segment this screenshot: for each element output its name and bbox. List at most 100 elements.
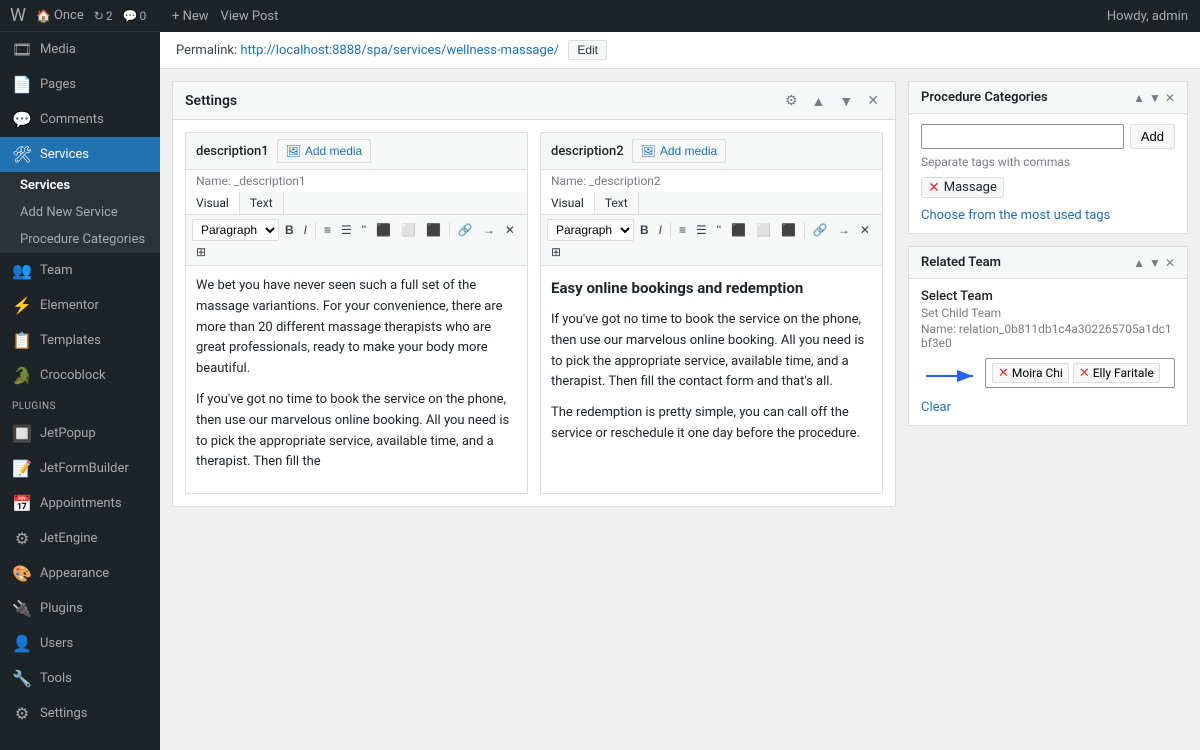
tag-add-button[interactable]: Add [1130,124,1175,149]
sidebar-item-jetengine[interactable]: ⚙ JetEngine [0,521,160,556]
choose-tags-link[interactable]: Choose from the most used tags [921,208,1175,223]
settings-close-button[interactable]: ✕ [863,90,883,111]
sidebar-item-media[interactable]: 🎞 Media [0,32,160,67]
updates-indicator[interactable]: ↻ 2 [94,9,113,23]
team-tag-remove-elly[interactable]: ✕ [1079,366,1090,381]
pages-icon: 📄 [12,75,32,94]
desc1-align-left-btn[interactable]: ⬛ [372,221,395,239]
desc2-italic-btn[interactable]: I [655,221,666,239]
desc2-special-btn[interactable]: ✕ [856,221,874,239]
desc1-indent-btn[interactable]: → [479,221,499,239]
tag-input-field[interactable] [921,124,1124,149]
related-team-down-btn[interactable]: ▼ [1149,256,1161,270]
desc2-paragraph-select[interactable]: Paragraph [547,219,634,241]
sidebar-item-settings[interactable]: ⚙ Settings [0,696,160,731]
sidebar-item-comments[interactable]: 💬 Comments [0,102,160,137]
desc2-editor-tabs: Visual Text [541,192,882,215]
desc2-table-btn[interactable]: ⊞ [547,243,565,261]
sidebar-item-add-new-service[interactable]: Add New Service [0,199,160,226]
comments-indicator[interactable]: 💬 0 [123,9,147,23]
sidebar-item-users[interactable]: 👤 Users [0,626,160,661]
desc1-ul-btn[interactable]: ☰ [337,221,356,239]
submenu-add-new-label: Add New Service [20,205,118,220]
desc1-table-btn[interactable]: ⊞ [192,243,210,261]
desc2-toolbar-divider1 [670,222,671,238]
sidebar-item-jetpopup[interactable]: 🔲 JetPopup [0,416,160,451]
desc1-name-value: _description1 [234,174,306,188]
sidebar-item-team[interactable]: 👥 Team [0,253,160,288]
site-name[interactable]: 🏠 Once [36,8,84,23]
desc1-toolbar: Paragraph B I ≡ ☰ " ⬛ ⬜ ⬛ [186,215,527,266]
sidebar-item-crocoblock[interactable]: 🐊 Crocoblock [0,358,160,393]
view-post-button[interactable]: View Post [221,9,279,24]
permalink-url[interactable]: http://localhost:8888/spa/services/welln… [240,43,559,58]
tags-list: ✕ Massage [921,177,1175,202]
desc1-bold-btn[interactable]: B [281,221,298,239]
team-tags-container[interactable]: ✕ Moira Chi ✕ Elly Faritale [985,358,1175,388]
desc2-indent-btn[interactable]: → [834,221,854,239]
desc1-quote-btn[interactable]: " [358,221,370,239]
desc1-tab-text[interactable]: Text [240,192,284,214]
desc2-ul-btn[interactable]: ☰ [692,221,711,239]
desc1-content[interactable]: We bet you have never seen such a full s… [186,266,527,493]
desc2-align-left-btn[interactable]: ⬛ [727,221,750,239]
sidebar-item-tools[interactable]: 🔧 Tools [0,661,160,696]
desc2-content[interactable]: Easy online bookings and redemption If y… [541,266,882,466]
clear-link[interactable]: Clear [921,400,951,415]
sidebar-item-appearance[interactable]: 🎨 Appearance [0,556,160,591]
settings-header: Settings ⚙ ▲ ▼ ✕ [173,82,895,120]
desc2-add-media-button[interactable]: 🖼 Add media [632,139,727,163]
desc1-tab-visual[interactable]: Visual [186,192,240,214]
desc2-align-center-btn[interactable]: ⬜ [752,221,775,239]
sidebar-item-plugins[interactable]: 🔌 Plugins [0,591,160,626]
permalink-edit-button[interactable]: Edit [568,40,607,60]
desc2-link-btn[interactable]: 🔗 [809,221,832,239]
team-tag-remove-moira[interactable]: ✕ [998,366,1009,381]
team-tag-moira: ✕ Moira Chi [992,363,1069,383]
howdy-label: Howdy, admin [1107,9,1188,24]
desc2-quote-btn[interactable]: " [713,221,725,239]
name-value: relation_0b811db1c4a302265705a1dc1bf3e0 [921,322,1172,350]
desc2-bold-btn[interactable]: B [636,221,653,239]
desc1-italic-btn[interactable]: I [300,221,311,239]
sidebar-item-jetformbuilder[interactable]: 📝 JetFormBuilder [0,451,160,486]
desc1-align-center-btn[interactable]: ⬜ [397,221,420,239]
settings-up-button[interactable]: ▲ [808,91,830,111]
related-team-close-btn[interactable]: ✕ [1165,256,1175,270]
services-icon: 🛠 [12,145,32,164]
desc1-ol-btn[interactable]: ≡ [320,221,335,239]
sidebar-item-elementor[interactable]: ⚡ Elementor [0,288,160,323]
procedure-categories-panel: Procedure Categories ▲ ▼ ✕ Add Separate … [908,81,1188,234]
new-button[interactable]: + New [172,9,209,24]
desc2-align-right-btn[interactable]: ⬛ [777,221,800,239]
sidebar-item-appointments[interactable]: 📅 Appointments [0,486,160,521]
proc-cat-down-btn[interactable]: ▼ [1149,91,1161,105]
settings-down-button[interactable]: ▼ [835,91,857,111]
submenu-proc-cat-label: Procedure Categories [20,232,145,247]
sidebar-item-procedure-categories[interactable]: Procedure Categories [0,226,160,253]
sidebar-item-services[interactable]: 🛠 Services [0,137,160,172]
desc2-ol-btn[interactable]: ≡ [675,221,690,239]
sidebar-item-pages[interactable]: 📄 Pages [0,67,160,102]
related-team-up-btn[interactable]: ▲ [1133,256,1145,270]
desc2-tab-text[interactable]: Text [595,192,639,214]
desc1-paragraph-select[interactable]: Paragraph [192,219,279,241]
wp-logo-icon[interactable]: W [10,5,26,26]
comments-icon: 💬 [12,110,32,129]
tag-label-massage: Massage [944,180,997,195]
sidebar-item-templates[interactable]: 📋 Templates [0,323,160,358]
sidebar-item-services-list[interactable]: Services [0,172,160,199]
proc-cat-close-btn[interactable]: ✕ [1165,91,1175,105]
desc2-tab-visual[interactable]: Visual [541,192,595,214]
desc1-link-btn[interactable]: 🔗 [454,221,477,239]
desc1-align-right-btn[interactable]: ⬛ [422,221,445,239]
settings-gear-button[interactable]: ⚙ [781,90,802,111]
proc-cat-up-btn[interactable]: ▲ [1133,91,1145,105]
desc1-special-btn[interactable]: ✕ [501,221,519,239]
desc1-toolbar-divider2 [449,222,450,238]
description1-block: description1 🖼 Add media Name: _descript… [185,132,528,494]
desc2-name-row: Name: _description2 [541,170,882,192]
desc2-bold-heading: Easy online bookings and redemption [551,276,872,300]
tag-remove-massage[interactable]: ✕ [928,181,940,195]
desc1-add-media-button[interactable]: 🖼 Add media [277,139,372,163]
